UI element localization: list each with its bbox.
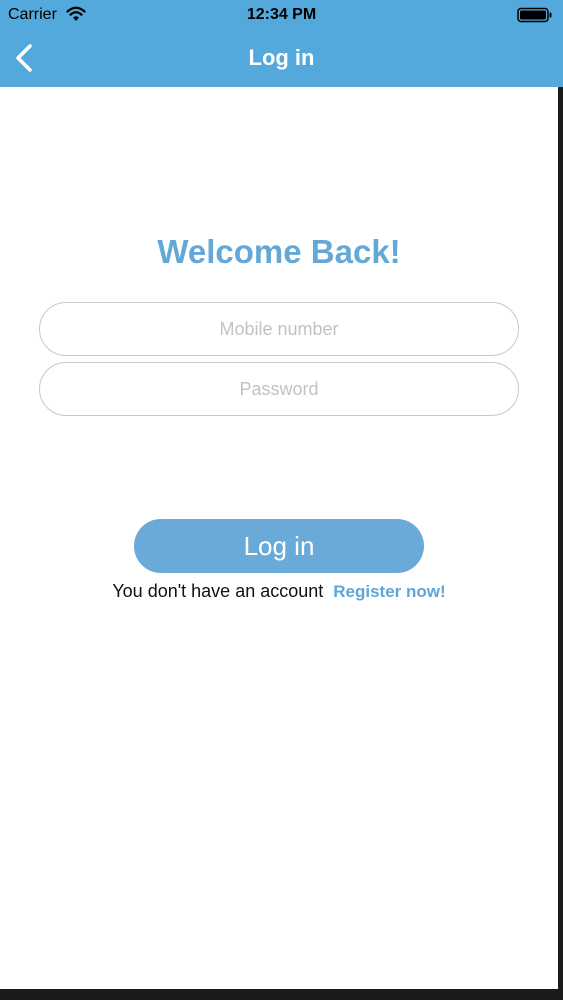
register-link[interactable]: Register now! xyxy=(333,582,445,601)
register-prompt: You don't have an account Register now! xyxy=(0,581,558,602)
screen-edge-bottom xyxy=(0,989,563,1000)
status-time: 12:34 PM xyxy=(246,6,317,23)
password-input[interactable] xyxy=(39,362,519,416)
page-title: Log in xyxy=(248,45,315,70)
login-screen: Carrier 12:34 PM Log in Welcome Back! Lo… xyxy=(0,0,563,1000)
header-bar: Carrier 12:34 PM Log in xyxy=(0,0,563,87)
welcome-heading: Welcome Back! xyxy=(157,233,401,270)
no-account-text: You don't have an account xyxy=(112,581,324,601)
navigation-bar: Log in xyxy=(0,30,563,87)
battery-icon xyxy=(517,7,552,23)
mobile-number-input[interactable] xyxy=(39,302,519,356)
login-button[interactable]: Log in xyxy=(134,519,424,573)
screen-edge-right xyxy=(558,87,563,1000)
status-bar: Carrier 12:34 PM xyxy=(0,0,563,30)
